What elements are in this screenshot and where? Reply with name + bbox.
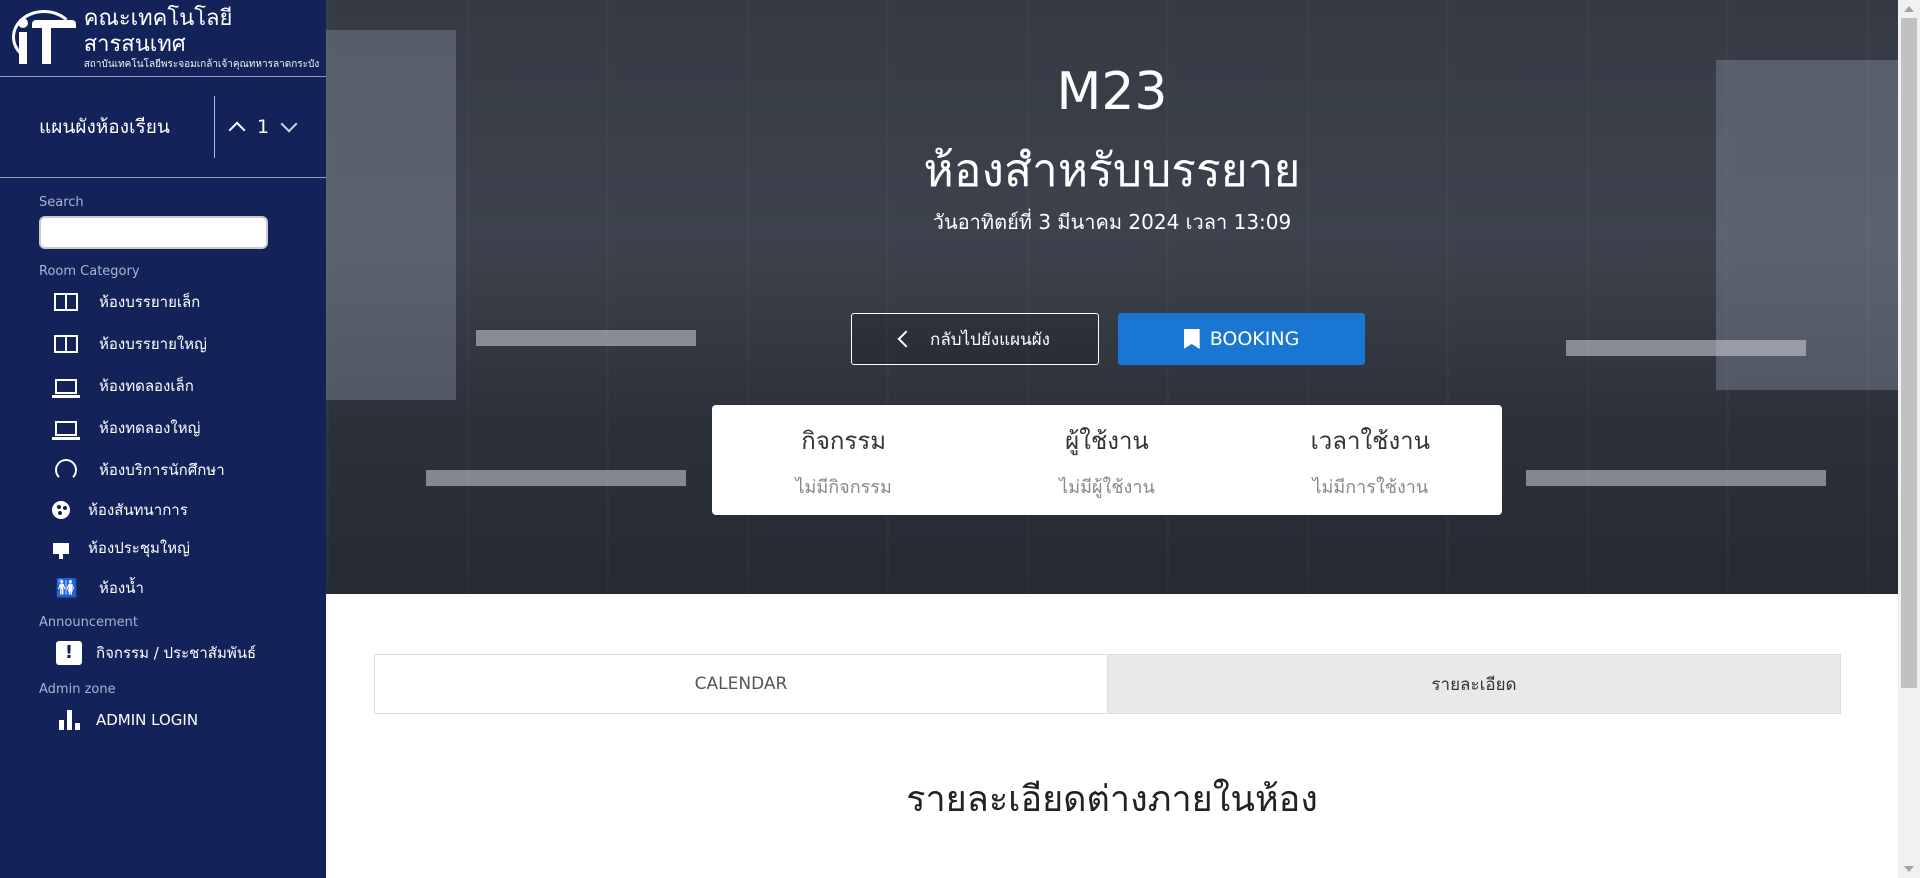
- book-open-icon: [54, 293, 78, 311]
- stat-value: ไม่มีกิจกรรม: [795, 477, 892, 498]
- category-label: ห้องทดลองเล็ก: [99, 377, 194, 395]
- stat-title: เวลาใช้งาน: [1310, 427, 1431, 455]
- view-tabs: CALENDAR รายละเอียด: [374, 654, 1841, 714]
- support-icon: [55, 459, 77, 481]
- room-category-label: Room Category: [39, 264, 140, 279]
- bookmark-add-icon: [1183, 329, 1200, 349]
- category-label: ห้องน้ำ: [99, 579, 144, 597]
- bar-chart-icon: [58, 710, 80, 730]
- category-restroom[interactable]: 🚻 ห้องน้ำ: [0, 567, 326, 609]
- back-to-map-button[interactable]: กลับไปยังแผนผัง: [851, 313, 1099, 365]
- category-large-lecture[interactable]: ห้องบรรยายใหญ่: [0, 323, 326, 365]
- stat-usage-time: เวลาใช้งาน ไม่มีการใช้งาน: [1239, 405, 1502, 515]
- category-meeting-hall[interactable]: ห้องประชุมใหญ่: [0, 529, 326, 567]
- back-button-label: กลับไปยังแผนผัง: [930, 329, 1050, 350]
- announcement-label: Announcement: [39, 615, 138, 630]
- palette-icon: [52, 501, 70, 519]
- category-label: ห้องบรรยายเล็ก: [99, 293, 201, 311]
- room-type-title: ห้องสำหรับบรรยาย: [923, 143, 1301, 197]
- category-large-lab[interactable]: ห้องทดลองใหญ่: [0, 407, 326, 449]
- chevron-left-icon: [897, 330, 915, 348]
- presentation-icon: [53, 542, 69, 559]
- floor-selector: แผนผังห้องเรียน 1: [0, 77, 326, 178]
- room-hero: M23 ห้องสำหรับบรรยาย วันอาทิตย์ที่ 3 มีน…: [326, 0, 1898, 594]
- tab-details[interactable]: รายละเอียด: [1107, 655, 1840, 713]
- chevron-up-icon[interactable]: [228, 121, 246, 139]
- laptop-icon: [52, 420, 80, 440]
- category-small-lecture[interactable]: ห้องบรรยายเล็ก: [0, 281, 326, 323]
- admin-zone-label: Admin zone: [39, 682, 116, 697]
- scrollbar-thumb[interactable]: [1901, 18, 1917, 688]
- category-label: ห้องบริการนักศึกษา: [99, 461, 225, 479]
- stat-title: ผู้ใช้งาน: [1065, 427, 1149, 455]
- page-scrollbar[interactable]: [1898, 0, 1920, 878]
- sidebar: คณะเทคโนโลยีสารสนเทศ สถาบันเทคโนโลยีพระจ…: [0, 0, 326, 878]
- search-label: Search: [39, 195, 84, 210]
- tab-calendar[interactable]: CALENDAR: [375, 655, 1107, 713]
- stat-value: ไม่มีผู้ใช้งาน: [1059, 477, 1155, 498]
- book-open-icon: [54, 335, 78, 353]
- chevron-down-icon[interactable]: [280, 115, 298, 133]
- it-logo-icon: [10, 8, 76, 68]
- alert-icon: !: [56, 641, 82, 665]
- booking-button-label: BOOKING: [1209, 328, 1300, 350]
- announcement-label-text: กิจกรรม / ประชาสัมพันธ์: [96, 644, 257, 662]
- category-label: ห้องสันทนาการ: [88, 501, 188, 519]
- faculty-logo[interactable]: คณะเทคโนโลยีสารสนเทศ สถาบันเทคโนโลยีพระจ…: [0, 0, 326, 77]
- logo-subtitle: สถาบันเทคโนโลยีพระจอมเกล้าเจ้าคุณทหารลาด…: [83, 58, 320, 70]
- category-label: ห้องบรรยายใหญ่: [99, 335, 207, 353]
- announcement-item[interactable]: ! กิจกรรม / ประชาสัมพันธ์: [0, 630, 326, 676]
- admin-login-link[interactable]: ADMIN LOGIN: [0, 697, 326, 743]
- room-status-card: กิจกรรม ไม่มีกิจกรรม ผู้ใช้งาน ไม่มีผู้ใ…: [712, 405, 1502, 515]
- stat-users: ผู้ใช้งาน ไม่มีผู้ใช้งาน: [975, 405, 1238, 515]
- booking-button[interactable]: BOOKING: [1118, 313, 1365, 365]
- laptop-icon: [52, 378, 80, 398]
- scroll-down-icon[interactable]: [1904, 866, 1914, 872]
- logo-title: คณะเทคโนโลยีสารสนเทศ: [83, 5, 233, 57]
- restroom-icon: 🚻: [55, 577, 78, 599]
- floor-plan-label: แผนผังห้องเรียน: [39, 116, 170, 138]
- details-section-title: รายละเอียดต่างภายในห้อง: [906, 779, 1318, 820]
- floor-number: 1: [257, 116, 270, 138]
- category-recreation[interactable]: ห้องสันทนาการ: [0, 491, 326, 529]
- stat-title: กิจกรรม: [801, 427, 887, 455]
- stat-activity: กิจกรรม ไม่มีกิจกรรม: [712, 405, 975, 515]
- category-student-service[interactable]: ห้องบริการนักศึกษา: [0, 449, 326, 491]
- category-label: ห้องประชุมใหญ่: [88, 539, 190, 557]
- search-input[interactable]: [39, 216, 268, 249]
- current-datetime: วันอาทิตย์ที่ 3 มีนาคม 2024 เวลา 13:09: [932, 210, 1292, 234]
- admin-login-label: ADMIN LOGIN: [96, 711, 199, 729]
- category-small-lab[interactable]: ห้องทดลองเล็ก: [0, 365, 326, 407]
- scroll-up-icon[interactable]: [1904, 6, 1914, 12]
- room-code: M23: [1056, 62, 1168, 122]
- category-label: ห้องทดลองใหญ่: [99, 419, 201, 437]
- stat-value: ไม่มีการใช้งาน: [1312, 477, 1429, 498]
